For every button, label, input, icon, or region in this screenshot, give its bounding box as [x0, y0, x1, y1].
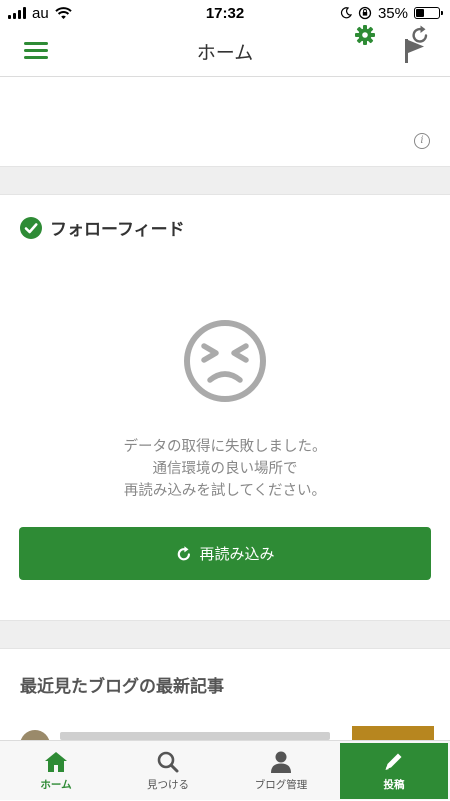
- feed-refresh-button[interactable]: [409, 24, 431, 46]
- refresh-icon: [412, 25, 428, 43]
- tab-post[interactable]: 投稿: [340, 743, 448, 799]
- gear-icon: [355, 25, 375, 45]
- person-icon: [271, 751, 291, 773]
- check-circle-icon: [20, 216, 42, 239]
- status-bar: au 17:32 35%: [0, 0, 450, 26]
- info-icon[interactable]: i: [414, 133, 430, 149]
- refresh-icon: [178, 545, 191, 560]
- tab-home-label: ホーム: [40, 779, 72, 791]
- pencil-icon: [385, 753, 402, 770]
- wifi-icon: [54, 6, 72, 19]
- battery-percent: 35%: [377, 4, 408, 22]
- error-line-3: 再読み込みを試してください。: [123, 483, 327, 499]
- menu-button[interactable]: [24, 40, 50, 62]
- follow-feed-header: フォローフィード: [0, 195, 450, 257]
- reload-button-label: 再読み込み: [199, 545, 275, 563]
- error-line-2: 通信環境の良い場所で: [152, 461, 298, 477]
- error-line-1: データの取得に失敗しました。: [123, 439, 327, 455]
- section-separator: [0, 166, 450, 195]
- error-message: データの取得に失敗しました。 通信環境の良い場所で 再読み込みを試してください。: [0, 436, 450, 502]
- tab-discover-label: 見つける: [147, 779, 189, 791]
- home-icon: [45, 752, 67, 772]
- blog-avatar: [20, 730, 50, 740]
- carrier-label: au: [32, 4, 49, 22]
- recent-blogs-title: 最近見たブログの最新記事: [20, 677, 224, 697]
- page-title: ホーム: [196, 41, 254, 64]
- sad-face-icon: [184, 320, 266, 402]
- article-title-preview: [60, 732, 330, 740]
- tab-blog-management[interactable]: ブログ管理: [224, 741, 338, 801]
- follow-feed-title: フォローフィード: [50, 220, 185, 240]
- recent-article-item[interactable]: [0, 726, 450, 740]
- rotation-lock-icon: [358, 6, 372, 20]
- section-separator: [0, 620, 450, 649]
- moon-icon: [340, 7, 352, 19]
- tab-blog-management-label: ブログ管理: [254, 779, 308, 791]
- navigation-bar: ホーム: [0, 26, 450, 77]
- search-icon: [157, 751, 179, 773]
- battery-icon: [414, 7, 443, 19]
- article-thumbnail: [352, 726, 434, 740]
- feed-settings-button[interactable]: [354, 24, 376, 46]
- ad-area: i: [0, 77, 450, 165]
- tab-post-label: 投稿: [383, 779, 405, 791]
- tab-home[interactable]: ホーム: [0, 741, 112, 801]
- reload-button[interactable]: 再読み込み: [19, 527, 431, 580]
- tab-discover[interactable]: 見つける: [112, 741, 224, 801]
- signal-icon: [8, 7, 26, 19]
- tab-bar: ホーム 見つける ブログ管理 投稿: [0, 740, 450, 800]
